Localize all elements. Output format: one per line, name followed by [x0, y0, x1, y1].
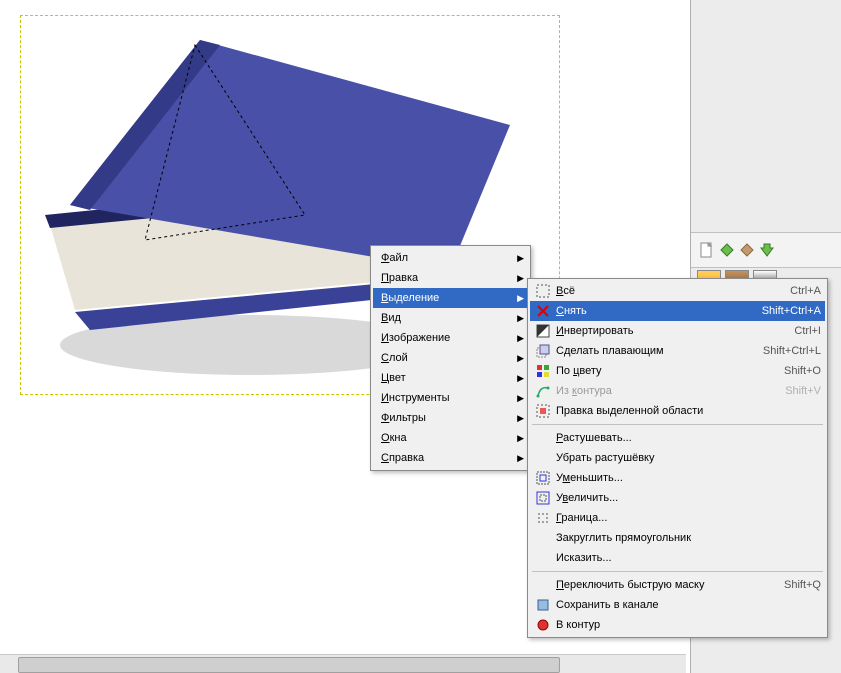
menu-item-label: Растушевать...: [552, 432, 821, 444]
submenu-arrow-icon: ▶: [514, 393, 524, 404]
grow-icon: [534, 491, 552, 505]
menu-item-label: Изображение: [377, 332, 514, 344]
menu-item-label: Цвет: [377, 372, 514, 384]
invert-icon: [534, 324, 552, 338]
submenu-arrow-icon: ▶: [514, 293, 524, 304]
float-icon: [534, 344, 552, 358]
doc-new-icon[interactable]: [699, 242, 715, 258]
diamond-green-icon[interactable]: [719, 242, 735, 258]
submenu-arrow-icon: ▶: [514, 373, 524, 384]
path-icon: [534, 384, 552, 398]
menu-item-shortcut: Shift+V: [765, 385, 821, 397]
menu-item-label: Слой: [377, 352, 514, 364]
menu-item-shortcut: Shift+O: [764, 365, 821, 377]
menu-item-label: Закруглить прямоугольник: [552, 532, 821, 544]
menu-item-label: В контур: [552, 619, 821, 631]
menu-item-shortcut: Shift+Q: [764, 579, 821, 591]
submenu-arrow-icon: ▶: [514, 453, 524, 464]
menu-item[interactable]: Закруглить прямоугольник: [530, 528, 825, 548]
menu-item-label: Из контура: [552, 385, 765, 397]
menu-item[interactable]: Изображение▶: [373, 328, 528, 348]
menu-item[interactable]: В контур: [530, 615, 825, 635]
menu-separator: [532, 424, 823, 425]
menu-item[interactable]: Исказить...: [530, 548, 825, 568]
menu-item-label: Вид: [377, 312, 514, 324]
menu-item-label: Инструменты: [377, 392, 514, 404]
context-menu-selection[interactable]: ВсёCtrl+AСнятьShift+Ctrl+AИнвертироватьC…: [527, 278, 828, 638]
submenu-arrow-icon: ▶: [514, 353, 524, 364]
menu-item-label: Правка: [377, 272, 514, 284]
context-menu-main[interactable]: Файл▶Правка▶Выделение▶Вид▶Изображение▶Сл…: [370, 245, 531, 471]
menu-item[interactable]: Граница...: [530, 508, 825, 528]
menu-item[interactable]: Инструменты▶: [373, 388, 528, 408]
border-icon: [534, 511, 552, 525]
dock-toolbar: [691, 232, 841, 268]
menu-item-shortcut: Ctrl+A: [770, 285, 821, 297]
menu-item-label: Инвертировать: [552, 325, 774, 337]
menu-item-label: Окна: [377, 432, 514, 444]
menu-item-label: Файл: [377, 252, 514, 264]
menu-item-label: Переключить быструю маску: [552, 579, 764, 591]
scrollbar-thumb[interactable]: [18, 657, 560, 673]
menu-item-label: Убрать растушёвку: [552, 452, 821, 464]
menu-item[interactable]: Переключить быструю маскуShift+Q: [530, 575, 825, 595]
menu-item[interactable]: Справка▶: [373, 448, 528, 468]
menu-item[interactable]: Убрать растушёвку: [530, 448, 825, 468]
menu-item[interactable]: ВсёCtrl+A: [530, 281, 825, 301]
diamond-brown-icon[interactable]: [739, 242, 755, 258]
menu-item-label: Сделать плавающим: [552, 345, 743, 357]
menu-item-label: По цвету: [552, 365, 764, 377]
menu-item[interactable]: Правка▶: [373, 268, 528, 288]
menu-item[interactable]: Сделать плавающимShift+Ctrl+L: [530, 341, 825, 361]
submenu-arrow-icon: ▶: [514, 313, 524, 324]
arrow-down-green-icon[interactable]: [759, 242, 775, 258]
menu-item[interactable]: Увеличить...: [530, 488, 825, 508]
submenu-arrow-icon: ▶: [514, 433, 524, 444]
select-all-icon: [534, 284, 552, 298]
menu-item[interactable]: СнятьShift+Ctrl+A: [530, 301, 825, 321]
bycolor-icon: [534, 364, 552, 378]
menu-item-label: Фильтры: [377, 412, 514, 424]
menu-item-label: Уменьшить...: [552, 472, 821, 484]
menu-item[interactable]: Уменьшить...: [530, 468, 825, 488]
menu-item-shortcut: Shift+Ctrl+L: [743, 345, 821, 357]
menu-item-label: Исказить...: [552, 552, 821, 564]
menu-item: Из контураShift+V: [530, 381, 825, 401]
menu-item-label: Выделение: [377, 292, 514, 304]
menu-item[interactable]: Правка выделенной области: [530, 401, 825, 421]
menu-item[interactable]: Вид▶: [373, 308, 528, 328]
menu-item-label: Увеличить...: [552, 492, 821, 504]
menu-item[interactable]: Файл▶: [373, 248, 528, 268]
shrink-icon: [534, 471, 552, 485]
menu-item[interactable]: По цветуShift+O: [530, 361, 825, 381]
menu-item[interactable]: Цвет▶: [373, 368, 528, 388]
menu-item[interactable]: ИнвертироватьCtrl+I: [530, 321, 825, 341]
channel-icon: [534, 598, 552, 612]
menu-item-label: Снять: [552, 305, 742, 317]
menu-item[interactable]: Выделение▶: [373, 288, 528, 308]
topath-icon: [534, 618, 552, 632]
menu-item-shortcut: Shift+Ctrl+A: [742, 305, 821, 317]
submenu-arrow-icon: ▶: [514, 333, 524, 344]
menu-item-label: Граница...: [552, 512, 821, 524]
horizontal-scrollbar[interactable]: [0, 654, 686, 673]
menu-item-label: Справка: [377, 452, 514, 464]
menu-item[interactable]: Слой▶: [373, 348, 528, 368]
menu-item[interactable]: Фильтры▶: [373, 408, 528, 428]
menu-item[interactable]: Сохранить в канале: [530, 595, 825, 615]
menu-item[interactable]: Окна▶: [373, 428, 528, 448]
submenu-arrow-icon: ▶: [514, 413, 524, 424]
none-red-icon: [534, 304, 552, 318]
menu-item[interactable]: Растушевать...: [530, 428, 825, 448]
submenu-arrow-icon: ▶: [514, 253, 524, 264]
menu-item-label: Сохранить в канале: [552, 599, 821, 611]
editor-icon: [534, 404, 552, 418]
menu-item-label: Всё: [552, 285, 770, 297]
menu-item-shortcut: Ctrl+I: [774, 325, 821, 337]
submenu-arrow-icon: ▶: [514, 273, 524, 284]
menu-separator: [532, 571, 823, 572]
menu-item-label: Правка выделенной области: [552, 405, 821, 417]
